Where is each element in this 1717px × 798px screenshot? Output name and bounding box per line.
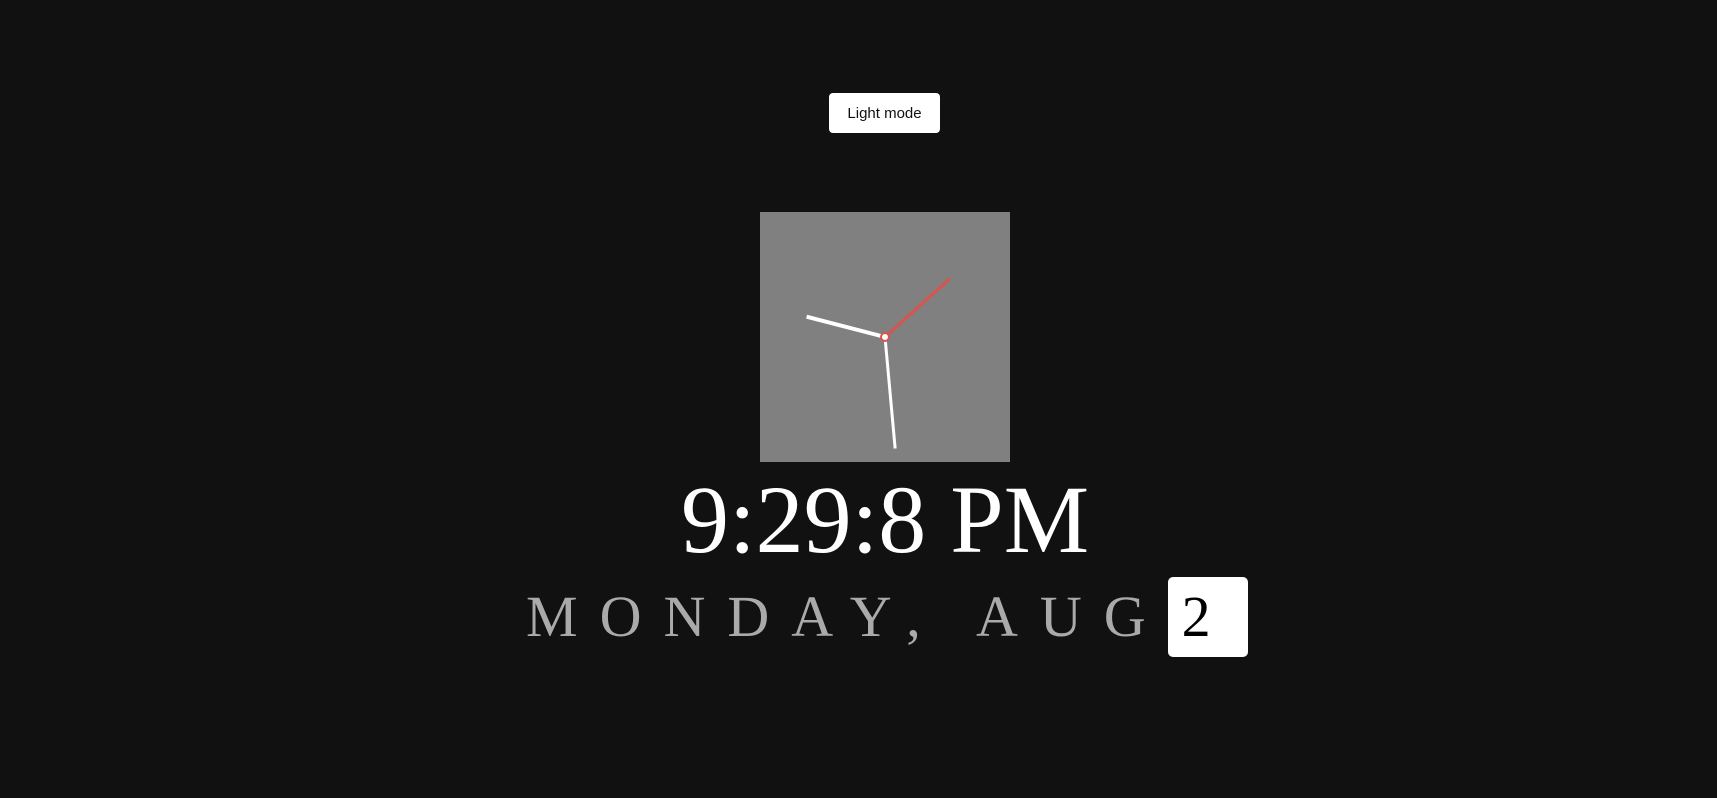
analog-clock bbox=[760, 212, 1010, 462]
date-label: MONDAY, AUG bbox=[526, 584, 1168, 649]
second-hand bbox=[883, 277, 951, 339]
digital-time-readout: 9:29:8 PM bbox=[680, 466, 1090, 573]
light-mode-toggle-button[interactable]: Light mode bbox=[829, 93, 940, 133]
minute-hand bbox=[883, 336, 897, 449]
date-day-box: 2 bbox=[1167, 577, 1248, 657]
analog-clock-svg bbox=[806, 277, 951, 449]
clock-center-pin bbox=[880, 332, 890, 342]
hour-hand bbox=[806, 314, 886, 339]
date-display: MONDAY, AUG 2 bbox=[526, 577, 1248, 657]
